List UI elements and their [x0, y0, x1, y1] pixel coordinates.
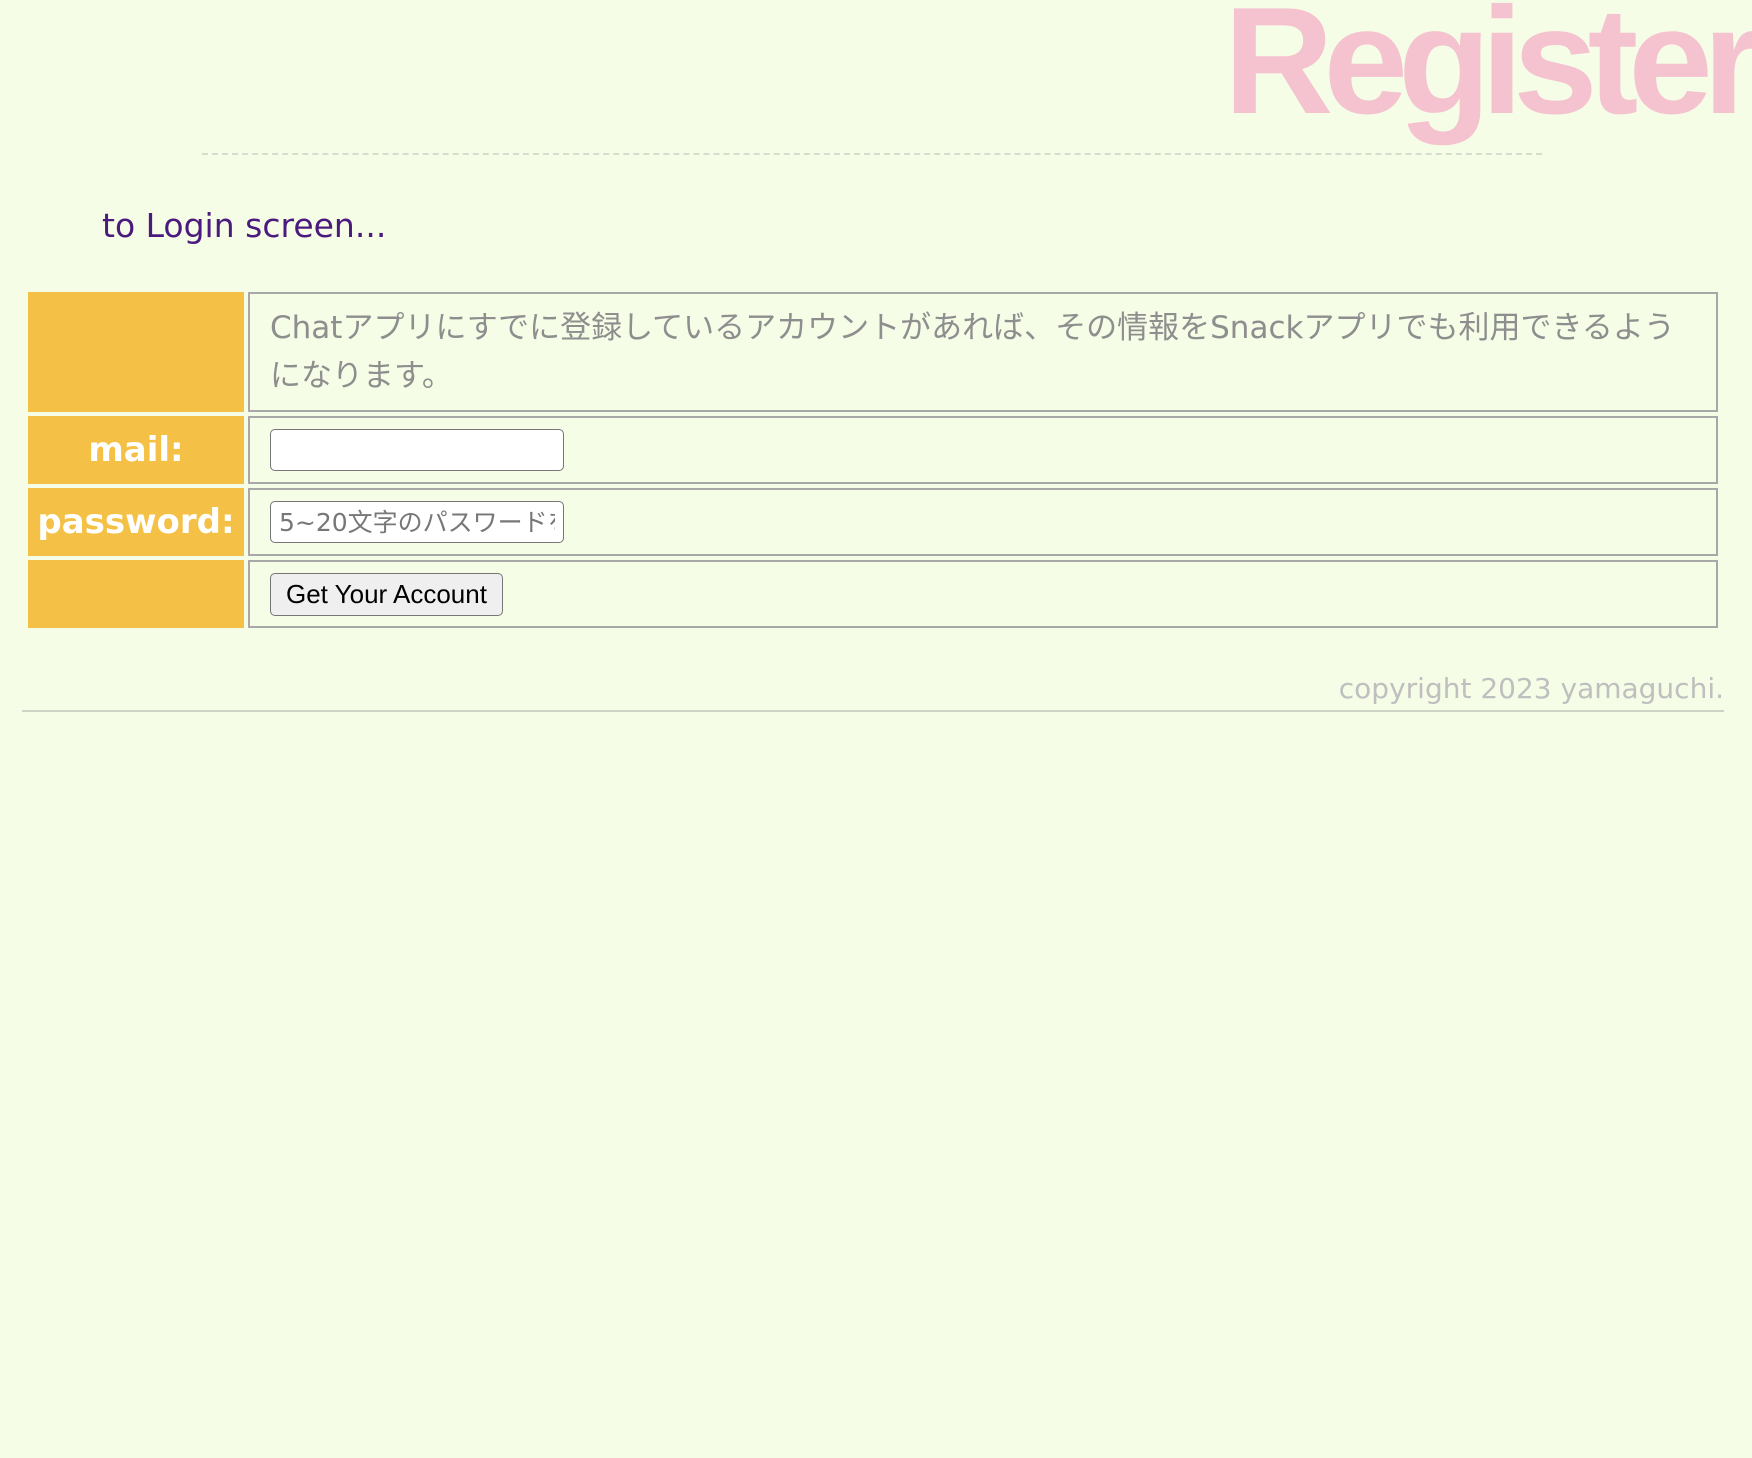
submit-label-cell	[28, 560, 244, 628]
mail-cell	[248, 416, 1718, 484]
password-cell	[248, 488, 1718, 556]
notice-cell: Chatアプリにすでに登録しているアカウントがあれば、その情報をSnackアプリ…	[248, 292, 1718, 412]
password-row: password:	[28, 488, 1718, 556]
submit-cell: Get Your Account	[248, 560, 1718, 628]
mail-input[interactable]	[270, 429, 564, 471]
header-divider	[202, 153, 1542, 155]
submit-row: Get Your Account	[28, 560, 1718, 628]
page-title: Register	[1223, 0, 1752, 146]
mail-label: mail:	[28, 416, 244, 484]
get-account-button[interactable]: Get Your Account	[270, 572, 503, 616]
login-screen-link[interactable]: to Login screen...	[102, 206, 386, 245]
footer-divider	[22, 710, 1724, 712]
notice-text: Chatアプリにすでに登録しているアカウントがあれば、その情報をSnackアプリ…	[270, 310, 1675, 394]
register-form: Chatアプリにすでに登録しているアカウントがあれば、その情報をSnackアプリ…	[24, 288, 1722, 632]
copyright-text: copyright 2023 yamaguchi.	[1338, 672, 1724, 705]
password-input[interactable]	[270, 501, 564, 543]
mail-row: mail:	[28, 416, 1718, 484]
notice-row: Chatアプリにすでに登録しているアカウントがあれば、その情報をSnackアプリ…	[28, 292, 1718, 412]
password-label: password:	[28, 488, 244, 556]
notice-label-cell	[28, 292, 244, 412]
